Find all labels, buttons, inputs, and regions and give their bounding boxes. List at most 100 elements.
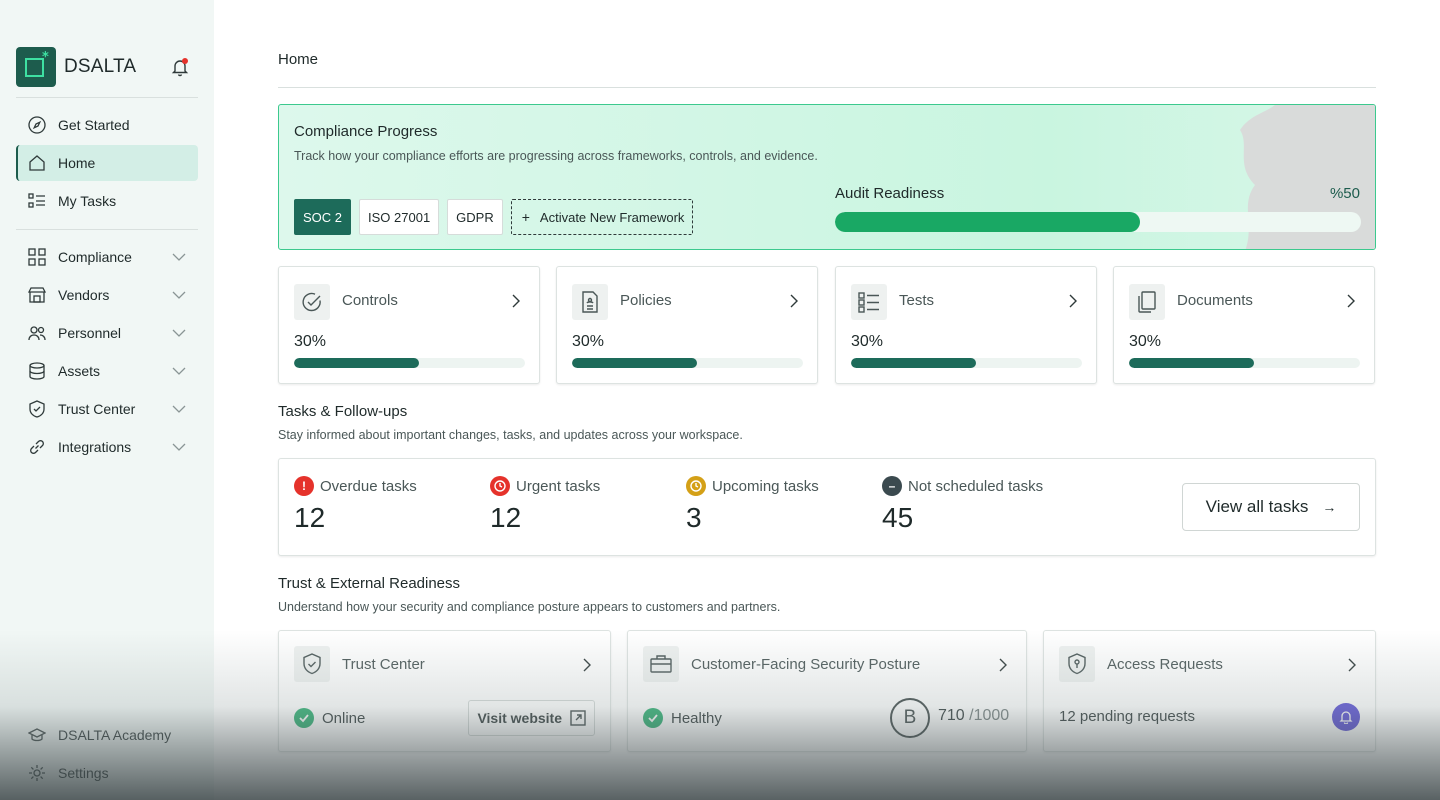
chevron-down-icon[interactable]	[172, 440, 186, 454]
chevron-right-icon	[580, 658, 594, 672]
metric-label: Controls	[342, 292, 398, 309]
sidebar-item-label: Trust Center	[58, 401, 136, 417]
sidebar-item-academy[interactable]: DSALTA Academy	[16, 717, 198, 753]
metric-value: 30%	[1129, 333, 1162, 350]
policies-card[interactable]: Policies 30%	[556, 266, 818, 384]
chevron-down-icon[interactable]	[172, 402, 186, 416]
documents-card[interactable]: Documents 30%	[1113, 266, 1375, 384]
framework-tab-iso27001[interactable]: ISO 27001	[359, 199, 440, 235]
sidebar-item-label: DSALTA Academy	[58, 727, 172, 743]
chevron-right-icon	[787, 294, 801, 308]
framework-tab-soc2[interactable]: SOC 2	[294, 199, 352, 235]
sidebar-item-personnel[interactable]: Personnel	[16, 315, 198, 351]
metric-label: Documents	[1177, 292, 1253, 309]
score-value: 710	[938, 707, 965, 724]
checklist-icon	[851, 284, 887, 320]
metric-label: Policies	[620, 292, 672, 309]
compliance-progress-subtitle: Track how your compliance efforts are pr…	[294, 149, 818, 163]
document-icon	[572, 284, 608, 320]
sidebar-item-label: My Tasks	[58, 193, 117, 209]
task-count: 45	[882, 502, 914, 533]
metric-label: Tests	[899, 292, 935, 309]
trust-section-title: Trust & External Readiness	[278, 575, 461, 592]
audit-readiness-fill	[835, 212, 1141, 232]
sidebar-divider	[16, 229, 198, 230]
metric-progress-bar	[294, 358, 525, 368]
security-posture-card[interactable]: Customer-Facing Security Posture Healthy…	[627, 630, 1027, 752]
task-label: Not scheduled tasks	[908, 477, 1044, 495]
security-posture-label: Customer-Facing Security Posture	[691, 656, 921, 673]
tests-card[interactable]: Tests 30%	[835, 266, 1097, 384]
task-label: Upcoming tasks	[712, 477, 819, 495]
sidebar-item-integrations[interactable]: Integrations	[16, 429, 198, 465]
access-requests-card[interactable]: Access Requests 12 pending requests	[1043, 630, 1376, 752]
task-count: 3	[686, 502, 702, 533]
view-all-tasks-button[interactable]: View all tasks →	[1182, 483, 1360, 531]
metric-progress-bar	[851, 358, 1082, 368]
clock-icon	[686, 476, 706, 496]
overdue-tasks[interactable]: ! Overdue tasks 12	[294, 476, 417, 534]
framework-tab-gdpr[interactable]: GDPR	[447, 199, 503, 235]
sidebar-divider	[16, 97, 198, 98]
bell-badge-icon[interactable]	[1332, 703, 1360, 731]
graduation-cap-icon	[28, 726, 46, 744]
sidebar-item-home[interactable]: Home	[16, 145, 198, 181]
sidebar-item-compliance[interactable]: Compliance	[16, 239, 198, 275]
tasks-section-title: Tasks & Follow-ups	[278, 403, 408, 420]
metric-progress-fill	[851, 358, 976, 368]
sidebar-item-label: Settings	[58, 765, 109, 781]
audit-readiness-value: %50	[1329, 185, 1360, 202]
view-all-label: View all tasks	[1205, 497, 1309, 516]
sidebar-item-my-tasks[interactable]: My Tasks	[16, 183, 198, 219]
urgent-tasks[interactable]: Urgent tasks 12	[490, 476, 600, 534]
metric-progress-fill	[1129, 358, 1254, 368]
metric-value: 30%	[572, 333, 605, 350]
notifications-bell-icon[interactable]	[170, 57, 190, 77]
sidebar: * DSALTA Get Started Home My Tasks Compl…	[0, 0, 214, 800]
activate-framework-button[interactable]: + Activate New Framework	[510, 199, 694, 235]
visit-website-button[interactable]: Visit website	[468, 700, 595, 736]
sidebar-item-label: Vendors	[58, 287, 110, 303]
chevron-right-icon	[509, 294, 523, 308]
chevron-right-icon	[996, 658, 1010, 672]
brand-name: DSALTA	[64, 56, 137, 77]
sidebar-item-get-started[interactable]: Get Started	[16, 107, 198, 143]
task-count: 12	[294, 502, 326, 533]
security-score: 710 /1000	[938, 707, 1009, 725]
metric-value: 30%	[294, 333, 327, 350]
not-scheduled-tasks[interactable]: – Not scheduled tasks 45	[882, 476, 1043, 534]
task-label: Urgent tasks	[516, 477, 601, 495]
sidebar-item-assets[interactable]: Assets	[16, 353, 198, 389]
sidebar-item-label: Integrations	[58, 439, 132, 455]
tasks-summary-card: ! Overdue tasks 12 Urgent tasks 12 Upcomi…	[278, 458, 1376, 556]
chevron-right-icon	[1066, 294, 1080, 308]
sidebar-item-label: Assets	[58, 363, 101, 379]
metric-value: 30%	[851, 333, 884, 350]
chevron-down-icon[interactable]	[172, 364, 186, 378]
controls-card[interactable]: Controls 30%	[278, 266, 540, 384]
trust-center-card[interactable]: Trust Center Online Visit website	[278, 630, 611, 752]
sidebar-item-trust-center[interactable]: Trust Center	[16, 391, 198, 427]
check-icon	[294, 708, 314, 728]
upcoming-tasks[interactable]: Upcoming tasks 3	[686, 476, 819, 534]
minus-circle-icon: –	[882, 476, 902, 496]
clock-alert-icon	[490, 476, 510, 496]
chevron-down-icon[interactable]	[172, 250, 186, 264]
arrow-right-icon: →	[1322, 499, 1337, 515]
link-icon	[28, 438, 46, 456]
chevron-down-icon[interactable]	[172, 288, 186, 302]
chevron-down-icon[interactable]	[172, 326, 186, 340]
notification-dot	[182, 58, 188, 64]
metric-progress-bar	[572, 358, 803, 368]
metric-progress-bar	[1129, 358, 1360, 368]
check-circle-icon	[294, 284, 330, 320]
sidebar-item-settings[interactable]: Settings	[16, 755, 198, 791]
brand[interactable]: * DSALTA	[16, 47, 136, 87]
sidebar-item-vendors[interactable]: Vendors	[16, 277, 198, 313]
sidebar-item-label: Home	[58, 155, 96, 171]
score-max: /1000	[969, 707, 1010, 724]
pending-requests-text: 12 pending requests	[1059, 708, 1195, 725]
grade-badge: B	[890, 698, 930, 738]
chevron-right-icon	[1345, 658, 1359, 672]
checklist-icon	[28, 192, 46, 210]
